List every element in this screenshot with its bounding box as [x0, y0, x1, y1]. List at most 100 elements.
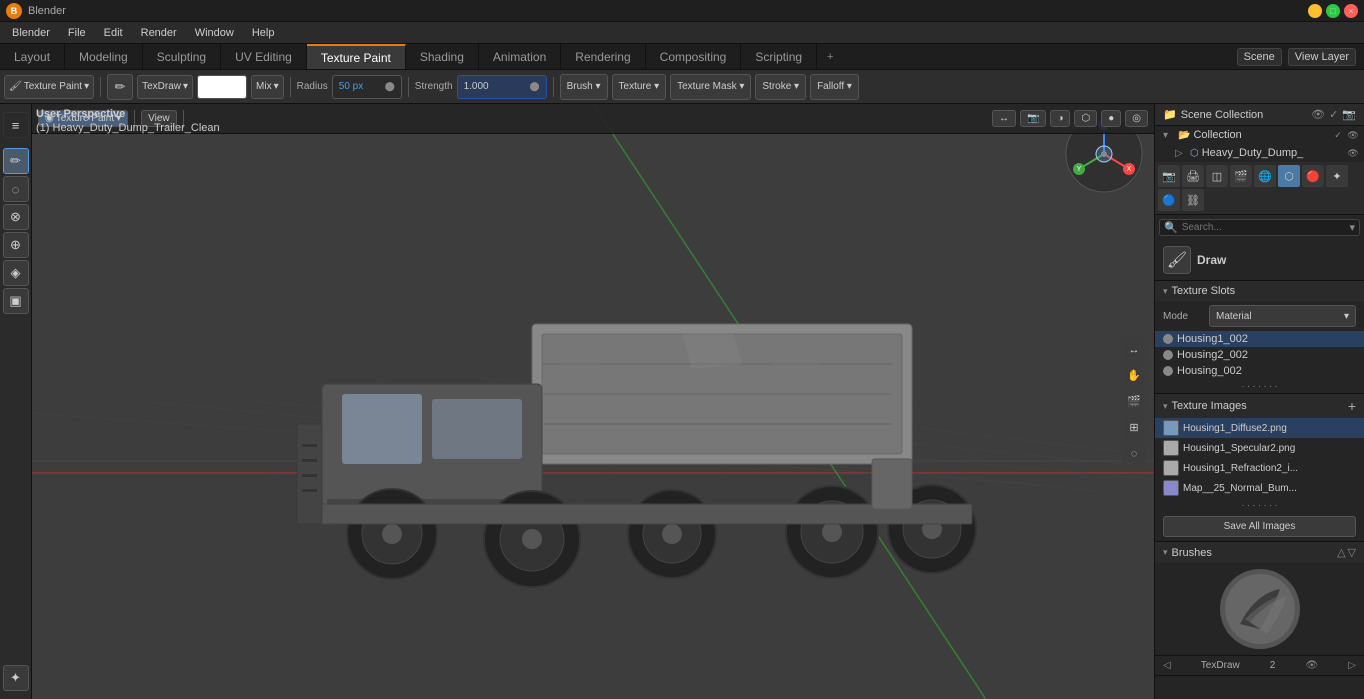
vp-overlay-icon[interactable]: ◑ — [1050, 110, 1070, 127]
viewport[interactable]: ◉ Texture Paint ▾ View ↔ 📷 ◑ ⬡ ● ◎ User … — [32, 104, 1154, 699]
tex-image-0[interactable]: Housing1_Diffuse2.png — [1155, 418, 1364, 438]
brushes-scroll-down[interactable]: ▽ — [1348, 546, 1356, 559]
scene-dropdown[interactable]: Scene — [1237, 48, 1282, 66]
texture-slots-section: ▾ Texture Slots Mode Material ▾ Housing1… — [1155, 281, 1364, 394]
brush-vis-icon[interactable]: 👁 — [1305, 660, 1318, 671]
vp-camera-icon[interactable]: 📷 — [1020, 110, 1046, 127]
menu-blender[interactable]: Blender — [4, 25, 58, 41]
radius-input[interactable]: 50 px ⬤ — [332, 75, 402, 99]
tab-modeling[interactable]: Modeling — [65, 44, 143, 69]
props-particles-icon[interactable]: ✦ — [1326, 165, 1348, 187]
texture-slots-header[interactable]: ▾ Texture Slots — [1155, 281, 1364, 301]
menu-edit[interactable]: Edit — [96, 25, 131, 41]
mode-dropdown[interactable]: Material ▾ — [1209, 305, 1356, 327]
brush-settings-button[interactable]: Brush ▾ — [560, 74, 608, 100]
tab-uv-editing[interactable]: UV Editing — [221, 44, 307, 69]
vp-shading-icon[interactable]: ⬡ — [1074, 110, 1097, 127]
mask-tool-button[interactable]: ▣ — [3, 288, 29, 314]
search-input[interactable] — [1180, 220, 1348, 235]
stroke-button[interactable]: Stroke ▾ — [755, 74, 806, 100]
collection-row[interactable]: ▾ 📂 Collection ✓ 👁 — [1155, 126, 1364, 144]
coll-render-vis-icon[interactable]: 👁 — [1346, 128, 1360, 142]
draw-brush-icon: 🖌 — [1163, 246, 1191, 274]
brush-expand-icon[interactable]: ▷ — [1348, 660, 1356, 671]
camera-button[interactable]: 🎬 — [1122, 390, 1146, 414]
grid-button[interactable]: ⊞ — [1122, 416, 1146, 440]
texture-mask-button[interactable]: Texture Mask ▾ — [670, 74, 751, 100]
paint-mode-dropdown[interactable]: 🖌 Texture Paint ▾ — [4, 75, 94, 99]
brushes-header[interactable]: ▾ Brushes △ ▽ — [1155, 542, 1364, 563]
texture-button[interactable]: Texture ▾ — [612, 74, 667, 100]
brush-name-dropdown[interactable]: TexDraw ▾ — [137, 75, 193, 99]
draw-tool-button[interactable]: ✏ — [3, 148, 29, 174]
menu-window[interactable]: Window — [187, 25, 242, 41]
brushes-scroll-up[interactable]: △ — [1337, 546, 1345, 559]
add-workspace-button[interactable]: + — [817, 44, 843, 69]
props-output-icon[interactable]: 🖨 — [1182, 165, 1204, 187]
props-world-icon[interactable]: 🌐 — [1254, 165, 1276, 187]
vp-material-icon[interactable]: ◎ — [1125, 110, 1148, 127]
props-constraints-icon[interactable]: ⛓ — [1182, 189, 1204, 211]
search-clear-icon[interactable]: ▾ — [1349, 221, 1355, 234]
obj-vis-icon[interactable]: 👁 — [1346, 146, 1360, 160]
tab-shading[interactable]: Shading — [406, 44, 479, 69]
color-swatch[interactable] — [197, 75, 247, 99]
props-render-icon[interactable]: 📷 — [1158, 165, 1180, 187]
soften-tool-button[interactable]: ◌ — [3, 176, 29, 202]
texture-slot-0[interactable]: Housing1_002 — [1155, 331, 1364, 347]
fill-tool-button[interactable]: ◈ — [3, 260, 29, 286]
pan-button[interactable]: ↔ — [1122, 338, 1146, 362]
strength-input[interactable]: 1.000 ⬤ — [457, 75, 547, 99]
falloff-button[interactable]: Falloff ▾ — [810, 74, 859, 100]
tex-image-2[interactable]: Housing1_Refraction2_i... — [1155, 458, 1364, 478]
top-toolbar: 🖌 Texture Paint ▾ ✏ TexDraw ▾ Mix ▾ Radi… — [0, 70, 1364, 104]
save-all-button[interactable]: Save All Images — [1163, 516, 1356, 537]
tab-compositing[interactable]: Compositing — [646, 44, 742, 69]
menubar: Blender File Edit Render Window Help — [0, 22, 1364, 44]
draw-section: 🖌 Draw — [1155, 240, 1364, 281]
tab-texture-paint[interactable]: Texture Paint — [307, 44, 406, 69]
tex-images-add-button[interactable]: + — [1348, 398, 1356, 414]
coll-type-icon: 📂 — [1178, 130, 1190, 141]
tab-sculpting[interactable]: Sculpting — [143, 44, 221, 69]
tab-animation[interactable]: Animation — [479, 44, 561, 69]
scene-coll-vis-icon[interactable]: 👁 — [1311, 108, 1325, 121]
coll-vis-icon[interactable]: ✓ — [1331, 128, 1345, 142]
tab-scripting[interactable]: Scripting — [741, 44, 817, 69]
props-scene-icon[interactable]: 🎬 — [1230, 165, 1252, 187]
viewport-controls: ↔ ✋ 🎬 ⊞ ◌ — [1122, 338, 1146, 466]
active-brush-icon[interactable]: ✏ — [107, 74, 133, 100]
texture-slot-1[interactable]: Housing2_002 — [1155, 347, 1364, 363]
view-layer-dropdown[interactable]: View Layer — [1288, 48, 1356, 66]
object-row[interactable]: ▷ ⬡ Heavy_Duty_Dump_ 👁 — [1155, 144, 1364, 162]
props-material-icon[interactable]: 🔴 — [1302, 165, 1324, 187]
props-physics-icon[interactable]: 🔵 — [1158, 189, 1180, 211]
tex-image-3[interactable]: Map__25_Normal_Bum... — [1155, 478, 1364, 498]
menu-file[interactable]: File — [60, 25, 94, 41]
tab-layout[interactable]: Layout — [0, 44, 65, 69]
zoom-button[interactable]: ◌ — [1122, 442, 1146, 466]
brush-preview[interactable] — [1220, 569, 1300, 649]
tex-swatch-1 — [1163, 440, 1179, 456]
props-object-data-icon[interactable]: ⬡ — [1278, 165, 1300, 187]
minimize-button[interactable]: − — [1308, 4, 1322, 18]
annotate-tool-button[interactable]: ✦ — [3, 665, 29, 691]
smear-tool-button[interactable]: ⊗ — [3, 204, 29, 230]
tex-image-1[interactable]: Housing1_Specular2.png — [1155, 438, 1364, 458]
clone-tool-button[interactable]: ⊕ — [3, 232, 29, 258]
tab-rendering[interactable]: Rendering — [561, 44, 645, 69]
texture-slot-2[interactable]: Housing_002 — [1155, 363, 1364, 379]
scene-coll-select-icon[interactable]: ✓ — [1329, 108, 1338, 121]
menu-help[interactable]: Help — [244, 25, 283, 41]
props-view-layer-icon[interactable]: ◫ — [1206, 165, 1228, 187]
orbit-button[interactable]: ✋ — [1122, 364, 1146, 388]
close-button[interactable]: × — [1344, 4, 1358, 18]
tex-images-header[interactable]: ▾ Texture Images + — [1155, 394, 1364, 418]
vp-render-icon[interactable]: ● — [1101, 110, 1121, 127]
menu-render[interactable]: Render — [133, 25, 185, 41]
maximize-button[interactable]: □ — [1326, 4, 1340, 18]
vp-axis-icon[interactable]: ↔ — [992, 110, 1016, 127]
lt-header-icon[interactable]: ≡ — [3, 112, 29, 138]
scene-coll-render-icon[interactable]: 📷 — [1342, 108, 1356, 121]
blend-mode-dropdown[interactable]: Mix ▾ — [251, 75, 284, 99]
